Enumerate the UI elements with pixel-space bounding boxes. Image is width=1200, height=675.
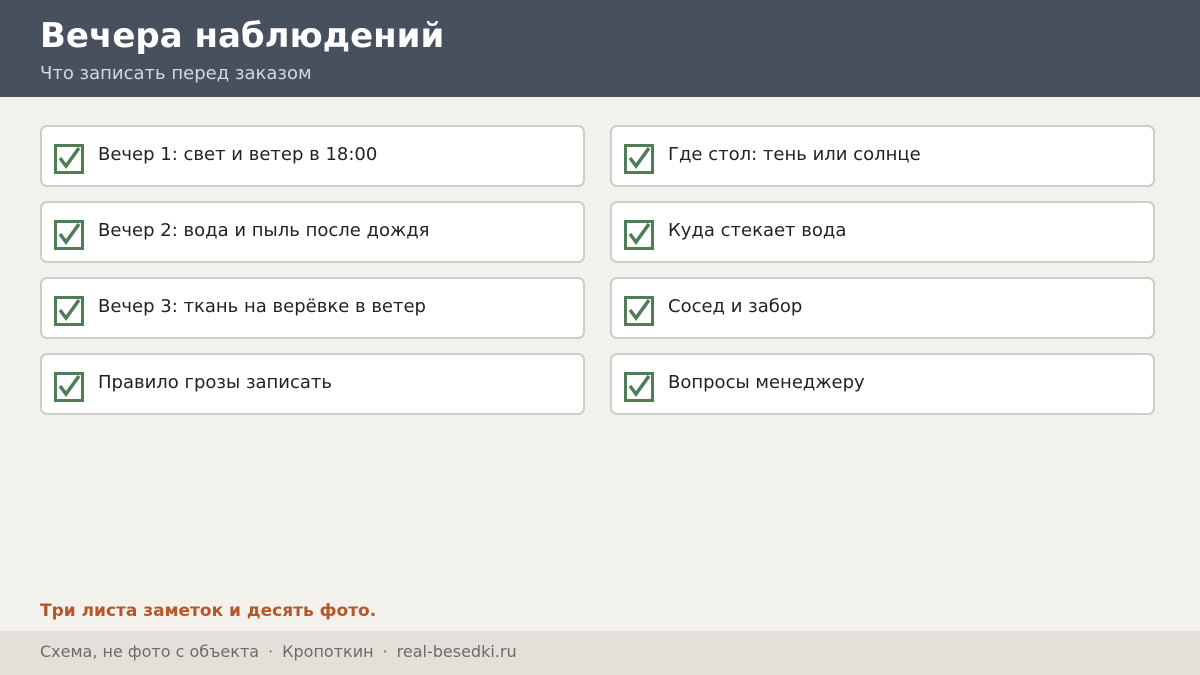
- checkbox-checked-icon[interactable]: [54, 144, 84, 174]
- checklist-item[interactable]: Правило грозы записать: [40, 353, 585, 415]
- checklist-item-label: Вопросы менеджеру: [668, 372, 865, 393]
- checklist-item[interactable]: Где стол: тень или солнце: [610, 125, 1155, 187]
- checklist-item-label: Вечер 3: ткань на верёвке в ветер: [98, 296, 426, 317]
- checklist-item-label: Куда стекает вода: [668, 220, 847, 241]
- checklist-left-column: Вечер 1: свет и ветер в 18:00 Вечер 2: в…: [40, 125, 585, 429]
- checklist-item-label: Сосед и забор: [668, 296, 803, 317]
- checkbox-checked-icon[interactable]: [54, 372, 84, 402]
- checkbox-checked-icon[interactable]: [54, 296, 84, 326]
- footer-separator: ·: [382, 642, 388, 661]
- footer-site-link[interactable]: real-besedki.ru: [397, 642, 517, 661]
- footer-disclaimer: Схема, не фото с объекта: [40, 642, 260, 661]
- checklist-item-label: Вечер 1: свет и ветер в 18:00: [98, 144, 378, 165]
- page-subtitle: Что записать перед заказом: [40, 63, 312, 84]
- footer-city: Кропоткин: [282, 642, 374, 661]
- checklist-item[interactable]: Вечер 3: ткань на верёвке в ветер: [40, 277, 585, 339]
- checkbox-checked-icon[interactable]: [624, 220, 654, 250]
- checklist-item[interactable]: Сосед и забор: [610, 277, 1155, 339]
- summary-note: Три листа заметок и десять фото.: [40, 601, 377, 621]
- checklist-item[interactable]: Вечер 1: свет и ветер в 18:00: [40, 125, 585, 187]
- footer: Схема, не фото с объекта · Кропоткин · real-…: [0, 631, 1200, 675]
- checkbox-checked-icon[interactable]: [624, 296, 654, 326]
- checklist-item[interactable]: Куда стекает вода: [610, 201, 1155, 263]
- footer-separator: ·: [268, 642, 274, 661]
- checklist-item[interactable]: Вопросы менеджеру: [610, 353, 1155, 415]
- checklist-right-column: Где стол: тень или солнце Куда стекает в…: [610, 125, 1155, 429]
- checklist-item-label: Правило грозы записать: [98, 372, 333, 393]
- checklist-item[interactable]: Вечер 2: вода и пыль после дождя: [40, 201, 585, 263]
- checklist-item-label: Вечер 2: вода и пыль после дождя: [98, 220, 430, 241]
- header: Вечера наблюдений Что записать перед зак…: [0, 0, 1200, 97]
- page-title: Вечера наблюдений: [40, 16, 445, 56]
- footer-text: Схема, не фото с объекта · Кропоткин · real-…: [40, 641, 517, 663]
- checkbox-checked-icon[interactable]: [624, 372, 654, 402]
- checklist-item-label: Где стол: тень или солнце: [668, 144, 921, 165]
- checkbox-checked-icon[interactable]: [624, 144, 654, 174]
- checkbox-checked-icon[interactable]: [54, 220, 84, 250]
